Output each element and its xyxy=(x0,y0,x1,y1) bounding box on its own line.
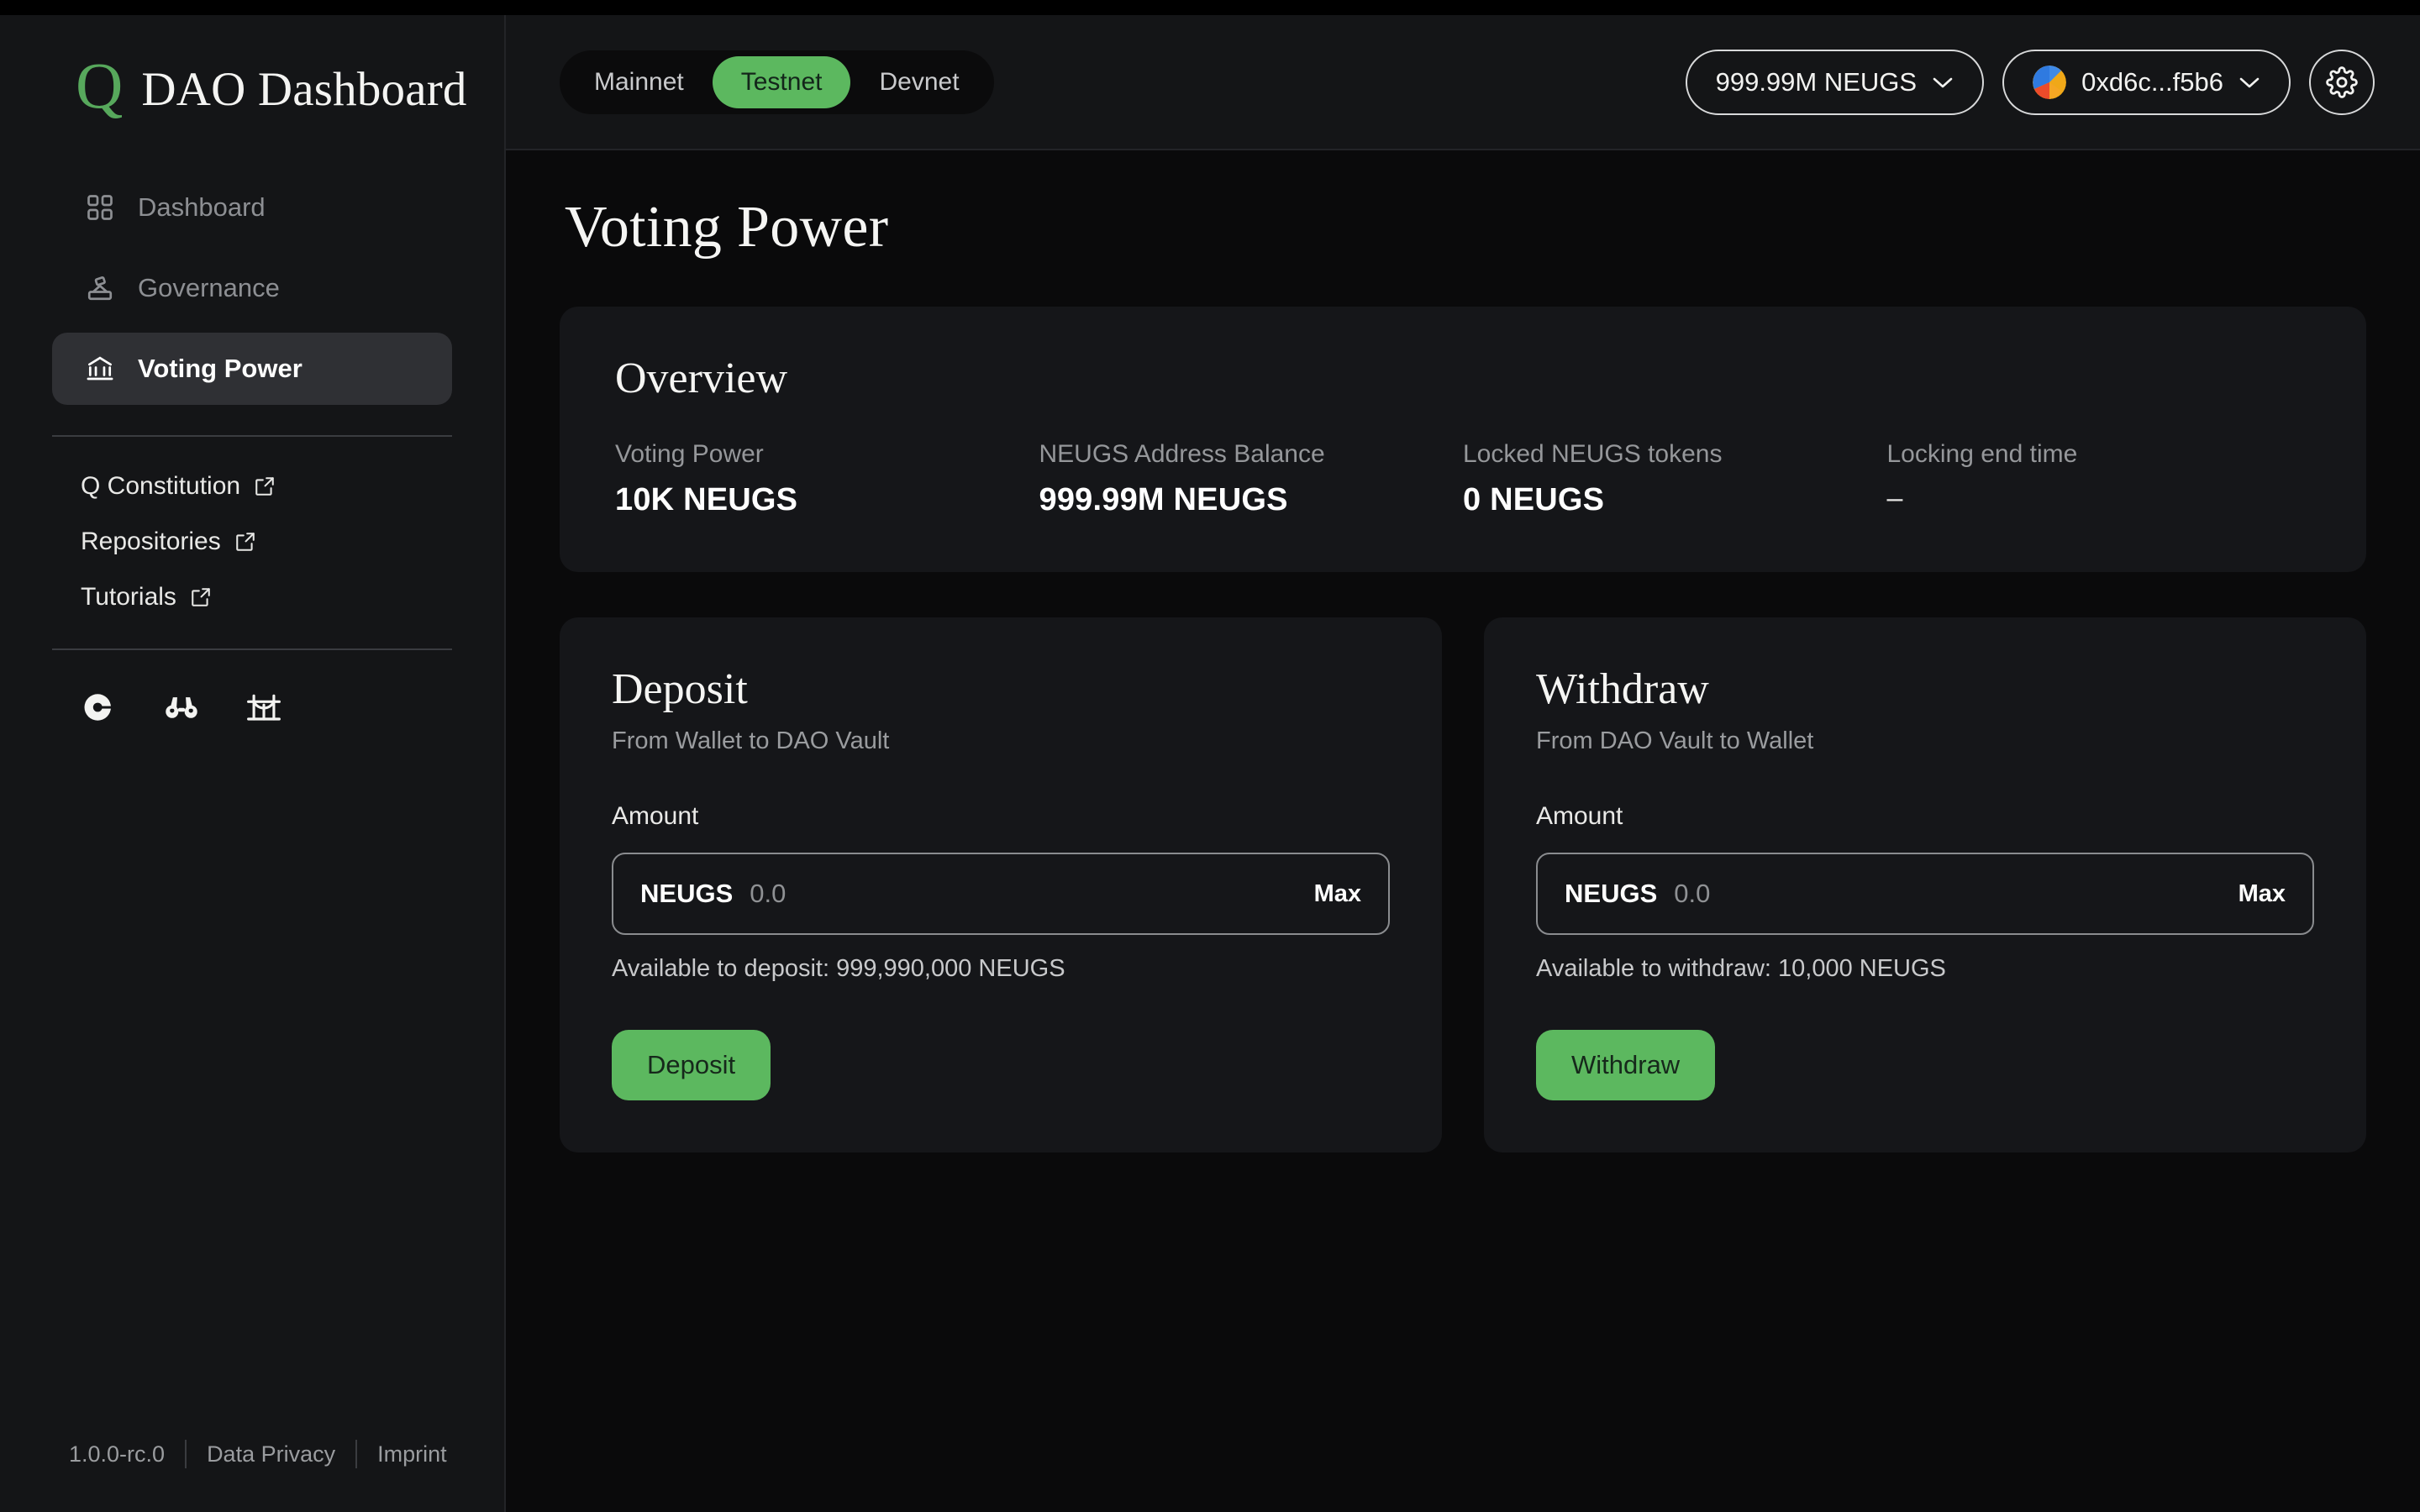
main-area: Mainnet Testnet Devnet 999.99M NEUGS 0xd… xyxy=(506,15,2420,1512)
gear-icon xyxy=(2326,66,2358,98)
overview-title: Overview xyxy=(615,354,788,402)
footer-link-imprint[interactable]: Imprint xyxy=(377,1441,447,1467)
withdraw-amount-label: Amount xyxy=(1536,802,1623,830)
footer-separator xyxy=(185,1440,187,1468)
footer-link-data-privacy[interactable]: Data Privacy xyxy=(207,1441,335,1467)
withdraw-max-button[interactable]: Max xyxy=(2238,880,2286,908)
sidebar-divider-top xyxy=(52,435,452,437)
balance-label: 999.99M NEUGS xyxy=(1715,66,1918,97)
sidebar-item-governance[interactable]: Governance xyxy=(52,252,452,324)
overview-card: Overview Voting Power 10K NEUGS NEUGS Ad… xyxy=(560,307,2366,572)
chevron-down-icon xyxy=(1932,76,1954,89)
brand[interactable]: Q DAO Dashboard xyxy=(0,15,504,123)
account-avatar xyxy=(2033,65,2067,99)
stat-value: 999.99M NEUGS xyxy=(1039,482,1288,517)
stat-value: 10K NEUGS xyxy=(615,482,798,517)
ballot-box-icon xyxy=(84,272,116,304)
deposit-title: Deposit xyxy=(612,665,748,713)
balance-dropdown[interactable]: 999.99M NEUGS xyxy=(1685,49,1985,115)
sidebar-nav: Dashboard Governance Voting Power xyxy=(0,171,504,405)
grid-icon xyxy=(84,192,116,223)
top-header: Mainnet Testnet Devnet 999.99M NEUGS 0xd… xyxy=(506,15,2420,150)
deposit-token-symbol: NEUGS xyxy=(640,879,734,908)
withdraw-token-symbol: NEUGS xyxy=(1565,879,1658,908)
page-title: Voting Power xyxy=(565,195,889,260)
sidebar-item-voting-power[interactable]: Voting Power xyxy=(52,333,452,405)
network-tab-devnet[interactable]: Devnet xyxy=(850,56,987,108)
network-tab-testnet[interactable]: Testnet xyxy=(712,55,851,108)
brand-title: DAO Dashboard xyxy=(141,62,467,116)
window-top-strip xyxy=(0,0,2420,15)
sidebar-item-label: Voting Power xyxy=(138,354,302,383)
stat-value: – xyxy=(1886,482,1903,514)
deposit-button[interactable]: Deposit xyxy=(612,1030,771,1100)
bank-icon xyxy=(84,353,116,385)
deposit-amount-label: Amount xyxy=(612,802,699,830)
external-link-icon xyxy=(254,475,276,497)
sidebar-divider-bottom xyxy=(52,648,452,650)
sidebar-link-repositories[interactable]: Repositories xyxy=(81,528,424,556)
sidebar-link-q-constitution[interactable]: Q Constitution xyxy=(81,472,424,501)
sidebar-socials xyxy=(0,689,504,726)
deposit-amount-input[interactable]: NEUGS 0.0 Max xyxy=(612,853,1390,935)
deposit-max-button[interactable]: Max xyxy=(1314,880,1361,908)
deposit-amount-value[interactable]: 0.0 xyxy=(750,879,1313,909)
sidebar-item-dashboard[interactable]: Dashboard xyxy=(52,171,452,244)
stat-label: Locked NEUGS tokens xyxy=(1463,440,1723,468)
sidebar-link-tutorials[interactable]: Tutorials xyxy=(81,583,424,612)
deposit-card: Deposit From Wallet to DAO Vault Amount … xyxy=(560,617,1442,1152)
stat-label: Locking end time xyxy=(1886,440,2078,468)
account-dropdown[interactable]: 0xd6c...f5b6 xyxy=(2002,49,2291,115)
withdraw-title: Withdraw xyxy=(1536,665,1709,713)
withdraw-card: Withdraw From DAO Vault to Wallet Amount… xyxy=(1484,617,2366,1152)
sidebar-item-label: Dashboard xyxy=(138,192,266,222)
footer-separator xyxy=(355,1440,358,1468)
sidebar-external-links: Q Constitution Repositories Tutorials xyxy=(0,472,504,612)
action-cards-row: Deposit From Wallet to DAO Vault Amount … xyxy=(560,617,2366,1152)
stat-label: NEUGS Address Balance xyxy=(1039,440,1325,468)
stat-locking-end-time: Locking end time – xyxy=(1887,440,2312,518)
bridge-icon[interactable] xyxy=(245,689,282,726)
body-row: Q DAO Dashboard Dashboard Governance Vot… xyxy=(0,15,2420,1512)
sidebar-footer: 1.0.0-rc.0 Data Privacy Imprint xyxy=(0,1440,504,1512)
network-switcher: Mainnet Testnet Devnet xyxy=(560,50,994,114)
external-link-icon xyxy=(234,531,256,553)
external-link-icon xyxy=(190,586,212,608)
withdraw-subtitle: From DAO Vault to Wallet xyxy=(1536,727,1814,754)
binoculars-icon[interactable] xyxy=(163,689,200,726)
sidebar-link-label: Repositories xyxy=(81,528,221,555)
page-content: Voting Power Overview Voting Power 10K N… xyxy=(506,150,2420,1512)
overview-stats: Voting Power 10K NEUGS NEUGS Address Bal… xyxy=(615,440,2311,518)
withdraw-available-text: Available to withdraw: 10,000 NEUGS xyxy=(1536,955,1946,982)
stat-value: 0 NEUGS xyxy=(1463,482,1605,517)
stat-address-balance: NEUGS Address Balance 999.99M NEUGS xyxy=(1039,440,1464,518)
stat-label: Voting Power xyxy=(615,440,764,468)
withdraw-amount-value[interactable]: 0.0 xyxy=(1674,879,2238,909)
account-address: 0xd6c...f5b6 xyxy=(2081,66,2223,97)
chevron-down-icon xyxy=(2238,76,2260,89)
q-logo-icon: Q xyxy=(76,49,124,122)
network-tab-mainnet[interactable]: Mainnet xyxy=(566,56,713,108)
q-logo-icon[interactable] xyxy=(81,689,118,726)
sidebar-item-label: Governance xyxy=(138,273,280,302)
stat-voting-power: Voting Power 10K NEUGS xyxy=(615,440,1039,518)
withdraw-button[interactable]: Withdraw xyxy=(1536,1030,1716,1100)
app-root: Q DAO Dashboard Dashboard Governance Vot… xyxy=(0,0,2420,1512)
app-version: 1.0.0-rc.0 xyxy=(69,1441,166,1467)
sidebar-link-label: Tutorials xyxy=(81,583,176,611)
stat-locked-tokens: Locked NEUGS tokens 0 NEUGS xyxy=(1463,440,1887,518)
withdraw-amount-input[interactable]: NEUGS 0.0 Max xyxy=(1536,853,2314,935)
settings-button[interactable] xyxy=(2309,49,2375,115)
sidebar: Q DAO Dashboard Dashboard Governance Vot… xyxy=(0,15,506,1512)
sidebar-link-label: Q Constitution xyxy=(81,472,241,500)
deposit-subtitle: From Wallet to DAO Vault xyxy=(612,727,890,754)
deposit-available-text: Available to deposit: 999,990,000 NEUGS xyxy=(612,955,1065,982)
